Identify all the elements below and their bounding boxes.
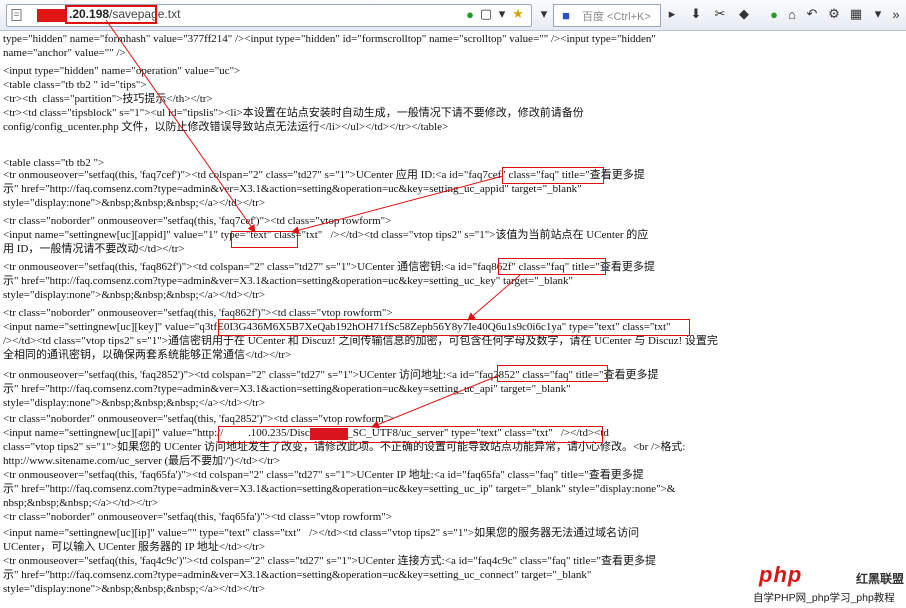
source-line: name="anchor" value="" /> [3,47,126,59]
baidu-icon: ■ [562,7,570,23]
source-line: <input type="hidden" name="operation" va… [3,65,241,77]
source-line: <input name="settingnew[uc][key]" value=… [3,321,671,333]
home-icon[interactable]: ⌂ [784,6,800,22]
source-line: <tr><th class="partition">技巧提示</th></tr> [3,93,213,105]
search-box[interactable]: ■ 百度 <Ctrl+K> [553,4,661,27]
grid-icon[interactable]: ▦ [848,6,864,22]
source-line: type="hidden" name="formhash" value="377… [3,33,656,45]
down-arrow-icon[interactable]: ⬇ [688,6,704,22]
dropdown-icon[interactable]: ▾ [494,6,510,22]
source-line: class="vtop tips2" s="1">如果您的 UCenter 访问… [3,441,686,453]
source-line: style="display:none">&nbsp;&nbsp;&nbsp;<… [3,397,266,409]
search-input[interactable]: 百度 <Ctrl+K> [582,8,651,24]
source-line: <tr onmouseover="setfaq(this, 'faq4c9c')… [3,555,657,567]
url-redaction [37,9,67,22]
source-line: <input name="settingnew[uc][appid]" valu… [3,229,649,241]
settings-icon[interactable]: ⚙ [826,6,842,22]
go-icon[interactable]: ● [462,6,478,22]
site-watermark: php 红黑联盟 自学PHP网_php学习_php教程 [753,560,906,608]
source-line: <tr onmouseover="setfaq(this, 'faq65fa')… [3,469,644,481]
source-line: 示" href="http://faq.comsenz.com?type=adm… [3,183,582,195]
url-highlight-box [65,5,157,24]
watermark-logo: php [759,562,803,587]
more-icon[interactable]: » [888,6,904,22]
source-line: <tr><td class="tipsblock" s="1"><ul id="… [3,107,584,119]
source-line: 示" href="http://faq.comsenz.com?type=adm… [3,569,592,581]
source-line: <tr class="noborder" onmouseover="setfaq… [3,511,392,523]
source-line: 示" href="http://faq.comsenz.com?type=adm… [3,275,574,287]
page-source-view: type="hidden" name="formhash" value="377… [0,32,906,608]
source-line: 全相同的通讯密钥，以确保两套系统能够正常通信</td></tr> [3,349,292,361]
source-line: style="display:none">&nbsp;&nbsp;&nbsp;<… [3,197,266,209]
source-line: <tr onmouseover="setfaq(this, 'faq862f')… [3,261,655,273]
search-go-icon[interactable]: ▸ [664,6,680,22]
address-bar[interactable]: .20.198/savepage.txt [6,4,532,27]
source-line: <input name="settingnew[uc][api]" value=… [3,427,609,439]
browser-toolbar: .20.198/savepage.txt ● ▢ ▾ ★ ▾ ■ 百度 <Ctr… [0,0,906,31]
source-line: <tr class="noborder" onmouseover="setfaq… [3,215,392,227]
watermark-caption: 自学PHP网_php学习_php教程 [753,592,895,604]
source-line: 用 ID，一般情况请不要改动</td></tr> [3,243,185,255]
source-line: <tr class="noborder" onmouseover="setfaq… [3,307,393,319]
ip-redaction [310,428,348,440]
page-icon [11,9,22,21]
dropdown-icon[interactable]: ▾ [536,6,552,22]
source-line: UCenter，可以输入 UCenter 服务器的 IP 地址</td></tr… [3,541,266,553]
addon-icon[interactable]: ● [766,6,782,22]
source-line: <input name="settingnew[uc][ip]" value="… [3,527,640,539]
source-line: 示" href="http://faq.comsenz.com?type=adm… [3,383,571,395]
watermark-brand: 红黑联盟 [856,572,905,586]
source-line: style="display:none">&nbsp;&nbsp;&nbsp;<… [3,583,266,595]
page-icon[interactable]: ▢ [478,6,494,22]
source-line: 示" href="http://faq.comsenz.com?type=adm… [3,483,676,495]
undo-icon[interactable]: ↶ [804,6,820,22]
source-line: /></td><td class="vtop tips2" s="1">通信密钥… [3,335,718,347]
source-line: nbsp;&nbsp;&nbsp;</a></td></tr> [3,497,159,509]
source-line: <tr onmouseover="setfaq(this, 'faq2852')… [3,369,659,381]
source-line: <tr class="noborder" onmouseover="setfaq… [3,413,395,425]
addon-icon[interactable]: ◆ [736,6,752,22]
source-line: <tr onmouseover="setfaq(this, 'faq7cef')… [3,169,645,181]
source-line: <table class="tb tb2 " id="tips"> [3,79,147,91]
source-line: http://www.sitename.com/uc_server (最后不要加… [3,455,281,467]
dropdown-icon[interactable]: ▾ [870,6,886,22]
star-icon[interactable]: ★ [510,6,526,22]
source-line: config/config_ucenter.php 文件，以防止修改错误导致站点… [3,121,449,133]
source-line: style="display:none">&nbsp;&nbsp;&nbsp;<… [3,289,266,301]
screenshot-icon[interactable]: ✂ [712,6,728,22]
